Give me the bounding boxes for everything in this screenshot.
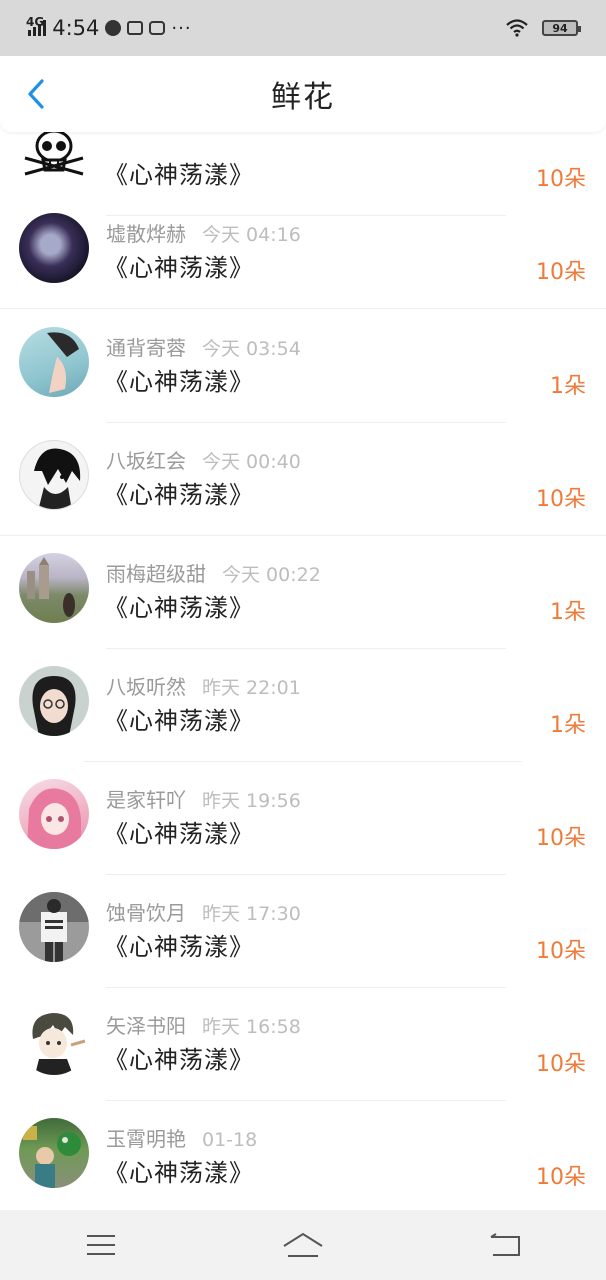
sender-name: 玉霄明艳 01-18 [106, 1127, 258, 1151]
song-title: 《心神荡漾》 [104, 254, 254, 282]
flower-count: 10朵 [536, 260, 586, 285]
song-title: 《心神荡漾》 [104, 481, 254, 509]
list-item[interactable]: 八坂听然 昨天 22:01 《心神荡漾》 1朵 [0, 649, 606, 762]
user-avatar[interactable] [19, 440, 89, 510]
return-button[interactable] [470, 1220, 540, 1270]
flower-count: 1朵 [550, 713, 586, 738]
divider [0, 308, 606, 309]
list-item[interactable]: 玉霄明艳 01-18 《心神荡漾》 10朵 [0, 1101, 606, 1210]
send-time: 昨天 17:30 [202, 903, 301, 925]
flower-count: 10朵 [536, 167, 586, 192]
user-avatar[interactable] [19, 213, 89, 283]
song-title: 《心神荡漾》 [104, 933, 254, 961]
flower-count: 10朵 [536, 487, 586, 512]
list-item[interactable]: 墟散烨赫 今天 04:16 《心神荡漾》 10朵 [0, 196, 606, 309]
list-item[interactable]: 通背寄蓉 今天 03:54 《心神荡漾》 1朵 [0, 310, 606, 423]
page-title: 鲜花 [271, 80, 335, 115]
sender-name: 雨梅超级甜 今天 00:22 [106, 562, 321, 586]
sender-name: 墟散烨赫 今天 04:16 [106, 222, 301, 246]
skull-avatar[interactable] [19, 128, 89, 198]
song-title: 《心神荡漾》 [104, 161, 254, 189]
flower-list: 《心神荡漾》 10朵 墟散烨赫 今天 04:16 《心神荡漾》 10朵 通背寄蓉今… [0, 0, 606, 1210]
list-item[interactable]: 八坂红会 今天 00:40 《心神荡漾》 10朵 [0, 423, 606, 536]
user-avatar[interactable] [19, 779, 89, 849]
song-title: 《心神荡漾》 [104, 707, 254, 735]
send-time: 今天 03:54 [202, 338, 301, 360]
send-time: 今天 04:16 [202, 224, 301, 246]
flower-count: 10朵 [536, 826, 586, 851]
sender-name: 矢泽书阳 昨天 16:58 [106, 1014, 301, 1038]
user-avatar[interactable] [19, 327, 89, 397]
user-avatar[interactable] [19, 1118, 89, 1188]
flower-count: 10朵 [536, 939, 586, 964]
send-time: 今天 00:40 [202, 451, 301, 473]
flower-count: 10朵 [536, 1052, 586, 1077]
menu-button[interactable] [66, 1220, 136, 1270]
send-time: 01-18 [202, 1129, 258, 1151]
sender-name: 八坂听然 昨天 22:01 [106, 675, 301, 699]
home-icon [283, 1232, 323, 1257]
song-title: 《心神荡漾》 [104, 1159, 254, 1187]
sender-name: 蚀骨饮月 昨天 17:30 [106, 901, 301, 925]
user-avatar[interactable] [19, 1005, 89, 1075]
send-time: 昨天 16:58 [202, 1016, 301, 1038]
chevron-left-icon [28, 79, 44, 109]
home-button[interactable] [268, 1220, 338, 1270]
song-title: 《心神荡漾》 [104, 594, 254, 622]
song-title: 《心神荡漾》 [104, 820, 254, 848]
return-icon [490, 1233, 520, 1256]
back-button[interactable] [16, 74, 56, 114]
list-item[interactable]: 雨梅超级甜 今天 00:22 《心神荡漾》 1朵 [0, 536, 606, 649]
sender-name: 通背寄蓉 今天 03:54 [106, 336, 301, 360]
top-header: 鲜花 [0, 56, 606, 132]
user-avatar[interactable] [19, 892, 89, 962]
song-title: 《心神荡漾》 [104, 368, 254, 396]
system-nav-bar [0, 1210, 606, 1280]
sender-name: 是家轩吖 昨天 19:56 [106, 788, 301, 812]
menu-icon [87, 1235, 115, 1255]
user-avatar[interactable] [19, 553, 89, 623]
send-time: 今天 00:22 [222, 564, 321, 586]
song-title: 《心神荡漾》 [104, 1046, 254, 1074]
list-item[interactable]: 矢泽书阳 昨天 16:58 《心神荡漾》 10朵 [0, 988, 606, 1101]
list-item[interactable]: 是家轩吖 昨天 19:56 《心神荡漾》 10朵 [0, 762, 606, 875]
flower-count: 1朵 [550, 374, 586, 399]
list-item[interactable]: 蚀骨饮月 昨天 17:30 《心神荡漾》 10朵 [0, 875, 606, 988]
send-time: 昨天 19:56 [202, 790, 301, 812]
sender-name: 八坂红会 今天 00:40 [106, 449, 301, 473]
send-time: 昨天 22:01 [202, 677, 301, 699]
flower-count: 1朵 [550, 600, 586, 625]
flower-count: 10朵 [536, 1165, 586, 1190]
user-avatar[interactable] [19, 666, 89, 736]
